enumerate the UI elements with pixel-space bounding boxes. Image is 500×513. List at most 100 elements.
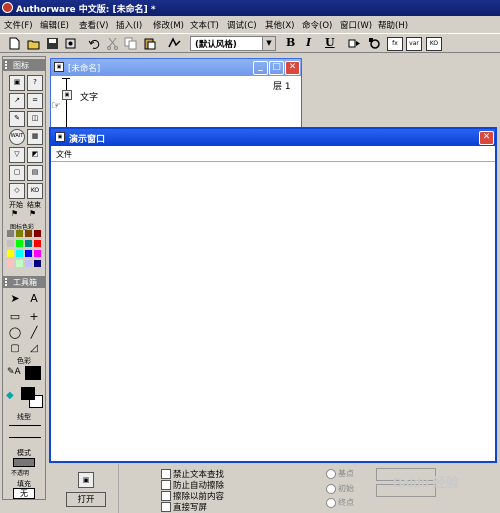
color-swatch[interactable]: [16, 240, 23, 247]
decision-icon[interactable]: ◇: [9, 183, 25, 199]
save-icon[interactable]: [46, 37, 59, 50]
minimize-icon[interactable]: _: [253, 61, 268, 75]
italic-button[interactable]: I: [306, 36, 311, 49]
display-icon: ▣: [78, 472, 94, 488]
underline-button[interactable]: U: [325, 36, 335, 49]
digital-movie-icon[interactable]: ▦: [27, 129, 43, 145]
copy-icon[interactable]: [124, 37, 137, 50]
menu-modify[interactable]: 修改(M): [153, 19, 184, 31]
color-swatch[interactable]: [16, 250, 23, 257]
toolbar: (默认风格) ▼ B I U fx var KO: [0, 33, 500, 53]
framework-icon[interactable]: ▢: [9, 165, 25, 181]
color-swatch[interactable]: [34, 260, 41, 267]
line-style-medium[interactable]: [9, 437, 41, 438]
color-swatch[interactable]: [25, 250, 32, 257]
color-swatch[interactable]: [7, 240, 14, 247]
color-swatch[interactable]: [34, 250, 41, 257]
import-icon[interactable]: [64, 37, 77, 50]
end-flag-icon[interactable]: ⚑: [29, 209, 36, 218]
display-icon[interactable]: ▣: [62, 90, 72, 100]
presentation-menu-file[interactable]: 文件: [56, 149, 72, 160]
pointer-tool-icon[interactable]: ➤: [8, 292, 22, 306]
wait-icon[interactable]: WAIT: [9, 129, 25, 145]
menu-view[interactable]: 查看(V): [79, 19, 108, 31]
color-swatch[interactable]: [25, 260, 32, 267]
color-swatch[interactable]: [16, 230, 23, 237]
menu-text[interactable]: 文本(T): [190, 19, 219, 31]
checkbox-prevent-auto-erase[interactable]: [161, 480, 171, 490]
mode-label: 模式: [17, 449, 31, 457]
run-icon[interactable]: [348, 37, 361, 50]
flowline-window: ▣ [未命名] _ □ ✕ ▣ 文字 层 1 ☞: [50, 58, 302, 134]
checkbox-no-text-search[interactable]: [161, 469, 171, 479]
menu-window[interactable]: 窗口(W): [340, 19, 372, 31]
polygon-tool-icon[interactable]: ◿: [27, 342, 41, 356]
knowledge-object-icon[interactable]: KO: [27, 183, 43, 199]
open-button[interactable]: 打开: [66, 492, 106, 507]
radio-end[interactable]: [326, 498, 336, 508]
paste-icon[interactable]: [143, 37, 156, 50]
variables-icon[interactable]: var: [406, 37, 422, 51]
color-swatch[interactable]: [7, 260, 14, 267]
menu-insert[interactable]: 插入(I): [116, 19, 142, 31]
open-folder-icon[interactable]: [27, 37, 40, 50]
presentation-window-title: 演示窗口: [69, 135, 106, 145]
maximize-icon[interactable]: □: [269, 61, 284, 75]
undo-icon[interactable]: [88, 37, 101, 50]
menu-edit[interactable]: 编辑(E): [40, 19, 69, 31]
crosshair-tool-icon[interactable]: +: [27, 310, 41, 324]
new-file-icon[interactable]: [8, 37, 21, 50]
line-style-thin[interactable]: [9, 425, 41, 426]
fill-color-icon[interactable]: ◆: [6, 390, 14, 401]
video-icon[interactable]: ▤: [27, 165, 43, 181]
line-color-icon[interactable]: ✎A: [7, 367, 21, 377]
control-panel-icon[interactable]: [368, 37, 381, 50]
display-icon[interactable]: ▣: [9, 75, 25, 91]
rounded-rect-tool-icon[interactable]: ▢: [8, 342, 22, 356]
color-swatch[interactable]: [7, 250, 14, 257]
menu-help[interactable]: 帮助(H): [378, 19, 408, 31]
close-icon[interactable]: ✕: [285, 61, 300, 75]
color-swatch[interactable]: [7, 230, 14, 237]
checkbox-direct-to-screen[interactable]: [161, 502, 171, 512]
menu-other[interactable]: 其他(X): [265, 19, 294, 31]
knowledge-objects-icon[interactable]: KO: [426, 37, 442, 51]
functions-icon[interactable]: fx: [387, 37, 403, 51]
color-swatch[interactable]: [16, 260, 23, 267]
line-color-swatch[interactable]: [25, 366, 41, 380]
radio-initial[interactable]: [326, 484, 336, 494]
rectangle-tool-icon[interactable]: ▭: [8, 310, 22, 324]
close-icon[interactable]: ✕: [479, 131, 494, 145]
menu-debug[interactable]: 调试(C): [227, 19, 257, 31]
radio-label: 基点: [338, 469, 354, 478]
find-icon[interactable]: [168, 37, 181, 50]
bold-button[interactable]: B: [286, 36, 295, 49]
foreground-color-swatch[interactable]: [21, 387, 35, 400]
chevron-down-icon[interactable]: ▼: [262, 37, 275, 50]
color-swatch[interactable]: [34, 240, 41, 247]
presentation-canvas[interactable]: [51, 162, 495, 461]
radio-base[interactable]: [326, 469, 336, 479]
color-swatch[interactable]: [34, 230, 41, 237]
cut-icon[interactable]: [106, 37, 119, 50]
menu-file[interactable]: 文件(F): [4, 19, 33, 31]
motion-icon[interactable]: ↗: [9, 93, 25, 109]
mode-value: 不透明: [11, 470, 30, 477]
interaction-icon[interactable]: ?: [27, 75, 43, 91]
color-swatch[interactable]: [25, 230, 32, 237]
color-swatch[interactable]: [25, 240, 32, 247]
fill-value[interactable]: 无: [13, 488, 35, 499]
start-flag-icon[interactable]: ⚑: [11, 209, 18, 218]
text-style-select[interactable]: (默认风格) ▼: [190, 36, 276, 51]
text-tool-icon[interactable]: A: [27, 292, 41, 306]
sound-icon[interactable]: ◩: [27, 147, 43, 163]
ellipse-tool-icon[interactable]: ◯: [8, 326, 22, 340]
erase-icon[interactable]: ✎: [9, 111, 25, 127]
line-tool-icon[interactable]: ╱: [27, 326, 41, 340]
checkbox-erase-previous[interactable]: [161, 491, 171, 501]
mode-icon[interactable]: [13, 458, 35, 467]
navigate-icon[interactable]: ▽: [9, 147, 25, 163]
menu-command[interactable]: 命令(O): [302, 19, 332, 31]
map-icon[interactable]: ◫: [27, 111, 43, 127]
calculation-icon[interactable]: =: [27, 93, 43, 109]
